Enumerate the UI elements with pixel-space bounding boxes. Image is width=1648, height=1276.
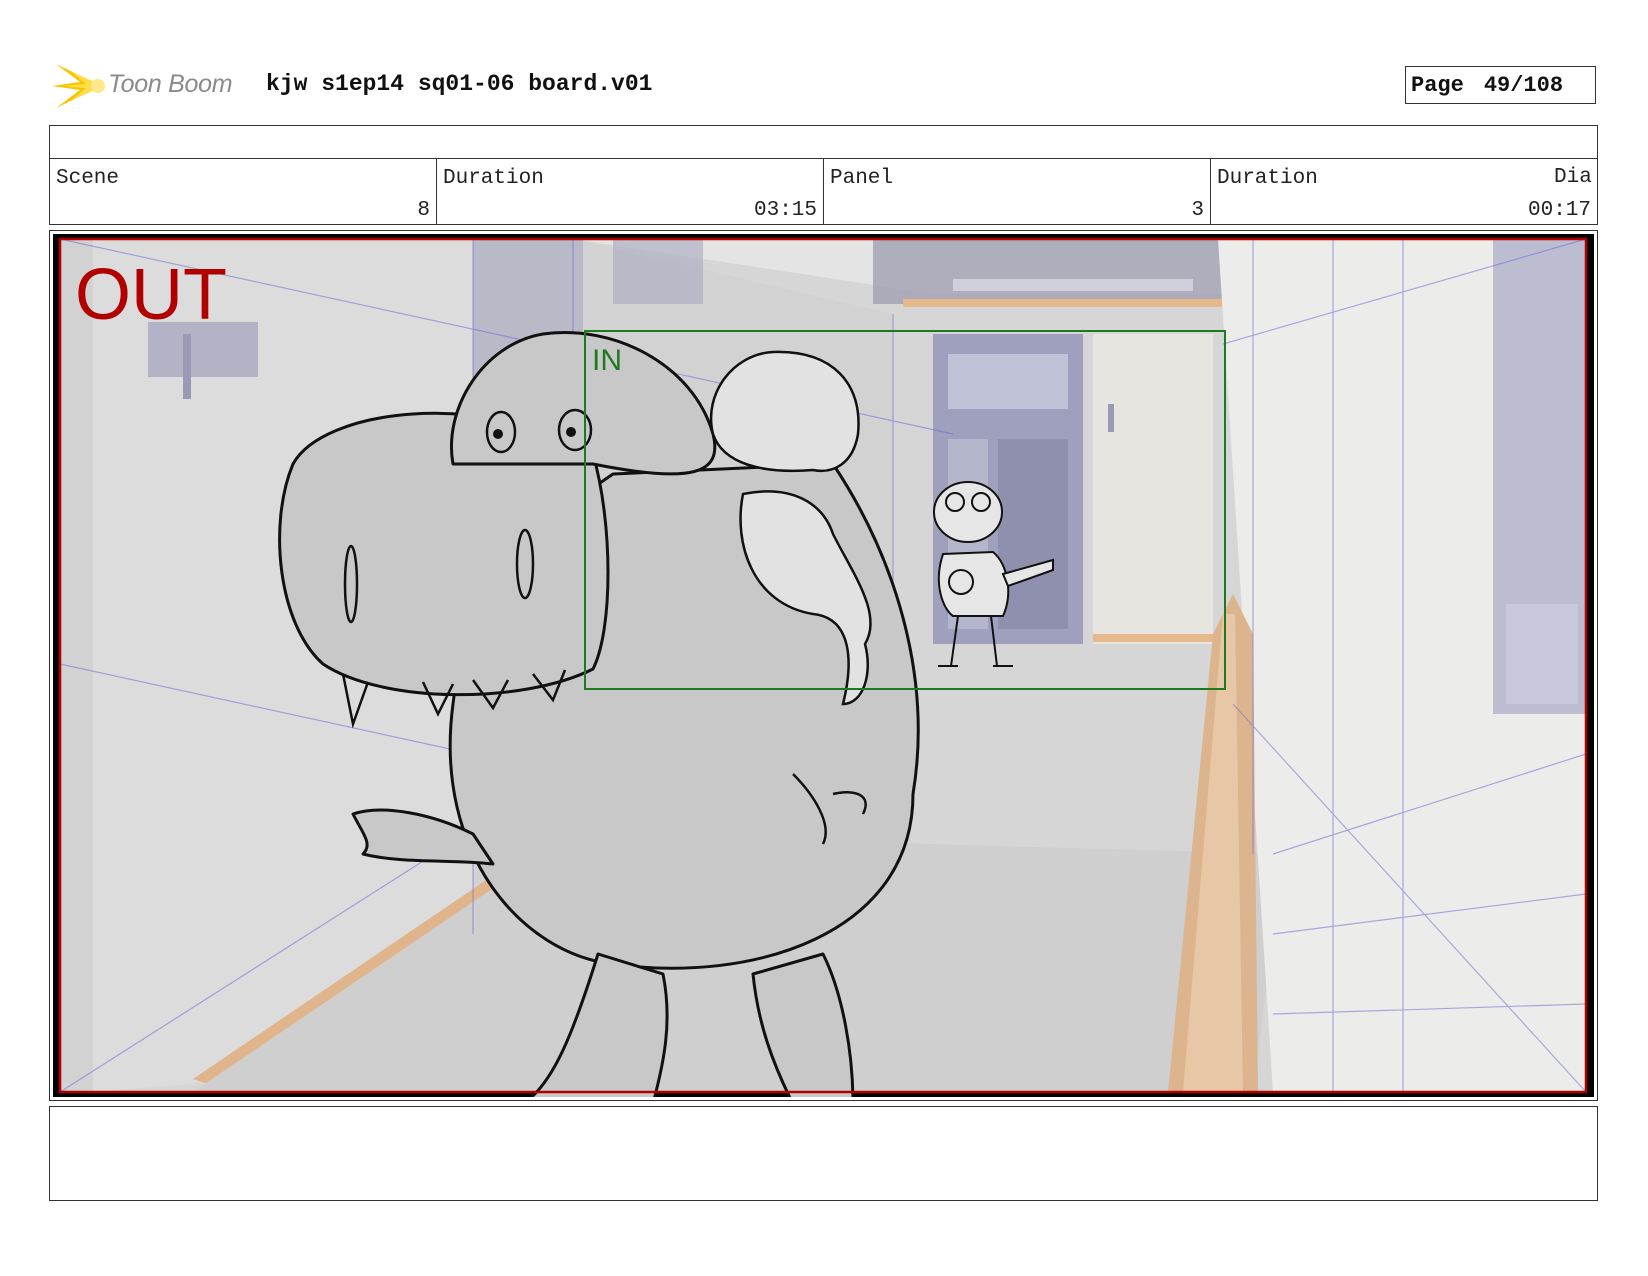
- panel-duration-cell: Duration 00:17: [1210, 158, 1598, 225]
- toon-boom-logo: Toon Boom: [52, 58, 252, 114]
- scene-cell: Scene 8: [49, 158, 437, 225]
- scene-value: 8: [417, 199, 430, 222]
- scene-duration-cell: Duration 03:15: [436, 158, 824, 225]
- panel-value: 3: [1191, 199, 1204, 222]
- panel-duration-label: Duration: [1217, 167, 1318, 190]
- dialog-label: Dia: [1554, 166, 1592, 189]
- storyboard-drawing: IN OUT: [53, 234, 1594, 1097]
- panel-duration-value: 00:17: [1527, 199, 1591, 222]
- in-frame-label: IN: [592, 344, 622, 377]
- out-frame-label: OUT: [75, 255, 227, 335]
- panel-cell: Panel 3: [823, 158, 1211, 225]
- scene-label: Scene: [56, 167, 120, 190]
- page-label: Page: [1411, 72, 1464, 98]
- logo-wordmark: Toon Boom: [108, 70, 233, 98]
- header-blank-row: [49, 125, 1598, 159]
- scene-duration-value: 03:15: [753, 199, 817, 222]
- page-indicator: Page 49/108: [1405, 66, 1596, 104]
- page-number: 49/108: [1483, 72, 1564, 98]
- storyboard-panel-image: IN OUT: [53, 234, 1594, 1097]
- starburst-logo-icon: [52, 64, 105, 108]
- panel-info-row: Scene 8 Duration 03:15 Panel 3 Duration …: [49, 158, 1648, 225]
- document-title: kjw s1ep14 sq01-06 board.v01: [266, 71, 653, 97]
- panel-label: Panel: [830, 167, 894, 190]
- scene-duration-label: Duration: [443, 167, 544, 190]
- action-notes-box: [49, 1106, 1598, 1201]
